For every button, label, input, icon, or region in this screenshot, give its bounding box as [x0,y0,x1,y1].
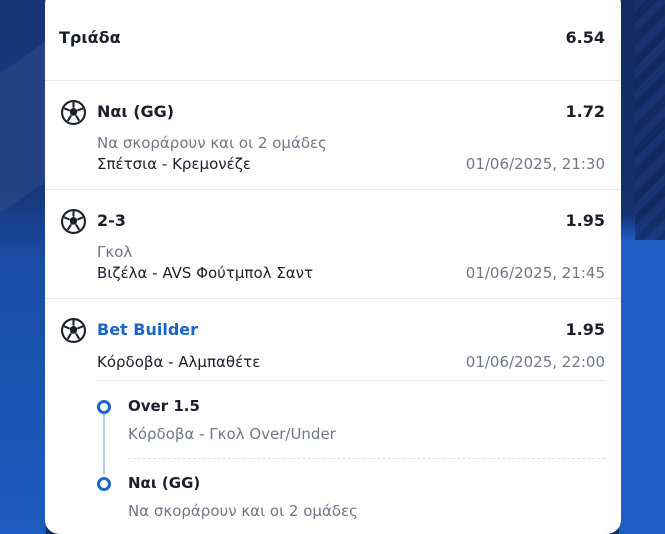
leg-bullet-icon [97,477,111,491]
leg-market: Κόρδοβα - Γκολ Over/Under [128,425,336,443]
soccer-ball-icon [61,318,86,343]
selection-match: Βιζέλα - AVS Φούτμπολ Σαντ [97,264,314,282]
selection-match: Κόρδοβα - Αλμπαθέτε [97,353,261,371]
summary-row[interactable]: Τριάδα 6.54 [45,0,621,81]
summary-label: Τριάδα [59,28,121,47]
selection-name: 2-3 [97,211,126,230]
selection-name: Ναι (GG) [97,102,175,121]
selection-odd: 1.95 [565,320,605,339]
selection-odd: 1.72 [565,102,605,121]
selection-date: 01/06/2025, 21:45 [465,264,605,282]
leg-market: Να σκοράρουν και οι 2 ομάδες [128,502,358,520]
summary-odd: 6.54 [565,28,605,47]
selection-row[interactable]: 2-3 1.95 Γκολ Βιζέλα - AVS Φούτμπολ Σαντ… [45,190,621,299]
selection-row[interactable]: Ναι (GG) 1.72 Να σκοράρουν και οι 2 ομάδ… [45,81,621,190]
bet-builder-row[interactable]: Bet Builder 1.95 Κόρδοβα - Αλμπαθέτε 01/… [45,299,621,534]
background-diagonal-right [635,0,665,240]
soccer-ball-icon [61,100,86,125]
leg-name: Ναι (GG) [128,474,201,492]
bet-builder-title[interactable]: Bet Builder [97,320,198,339]
selection-match: Σπέτσια - Κρεμονέζε [97,155,252,173]
selection-date: 01/06/2025, 21:30 [465,155,605,173]
bet-slip-card: Τριάδα 6.54 Ναι (GG) 1.72 Να σκοράρουν κ… [45,0,621,534]
soccer-ball-icon [61,209,86,234]
leg-bullet-icon [97,400,111,414]
leg-connector-line [103,414,105,474]
leg-divider [128,458,605,459]
selection-date: 01/06/2025, 22:00 [465,353,605,371]
selection-market: Να σκοράρουν και οι 2 ομάδες [97,134,327,152]
selection-market: Γκολ [97,243,133,261]
leg-name: Over 1.5 [128,397,200,415]
selection-odd: 1.95 [565,211,605,230]
bet-builder-divider [97,380,605,381]
